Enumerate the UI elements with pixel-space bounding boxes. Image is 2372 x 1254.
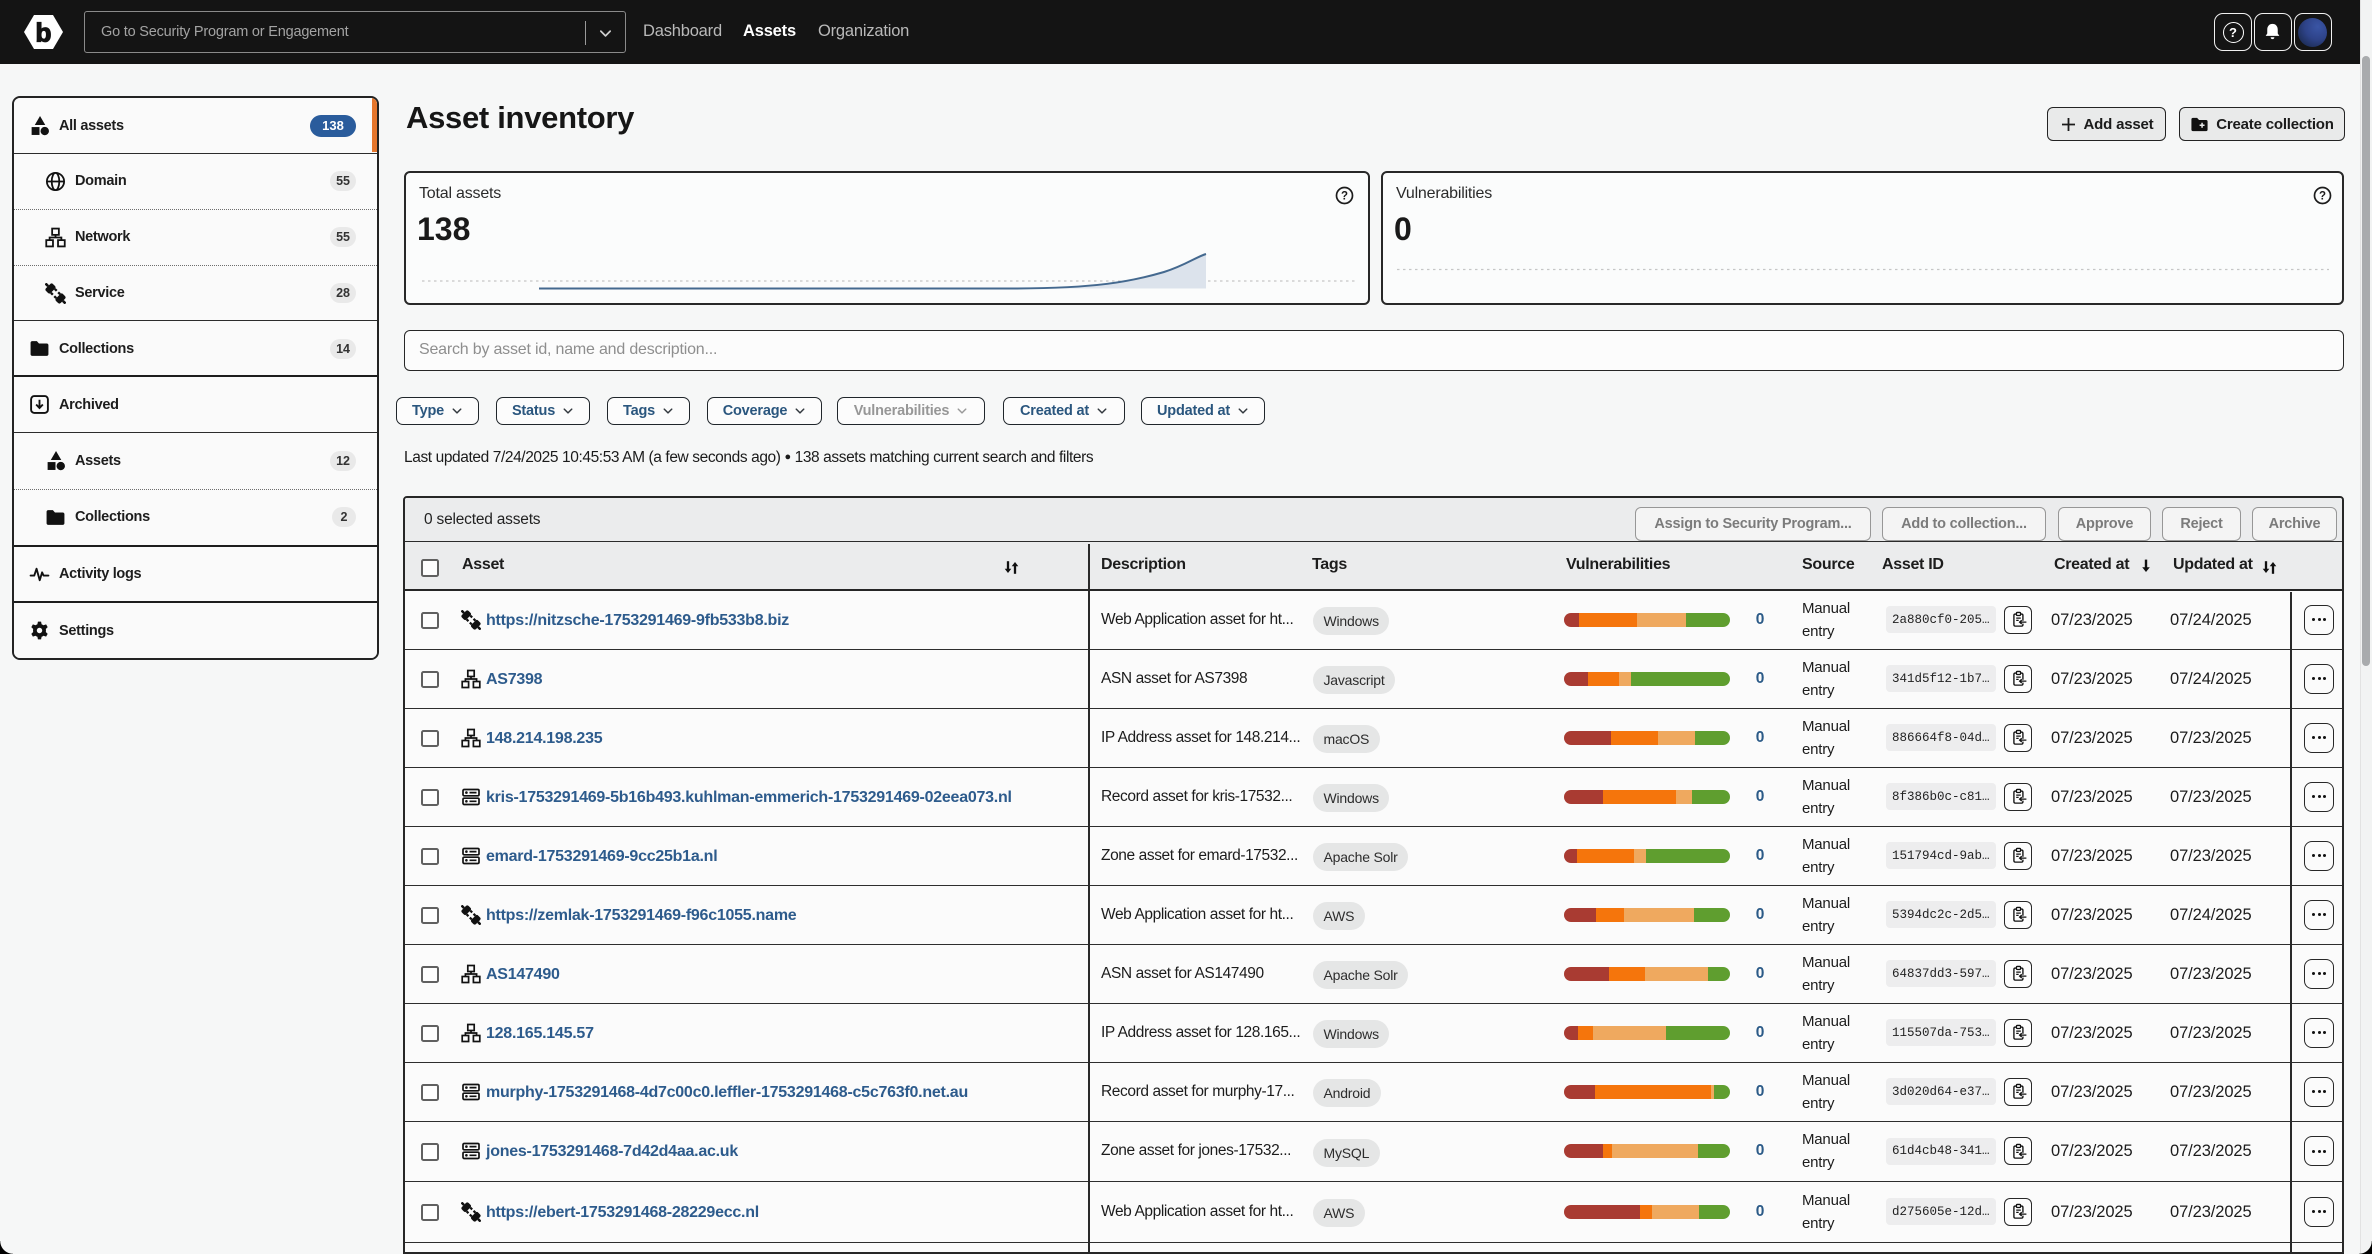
svg-text:b: b <box>36 18 52 48</box>
